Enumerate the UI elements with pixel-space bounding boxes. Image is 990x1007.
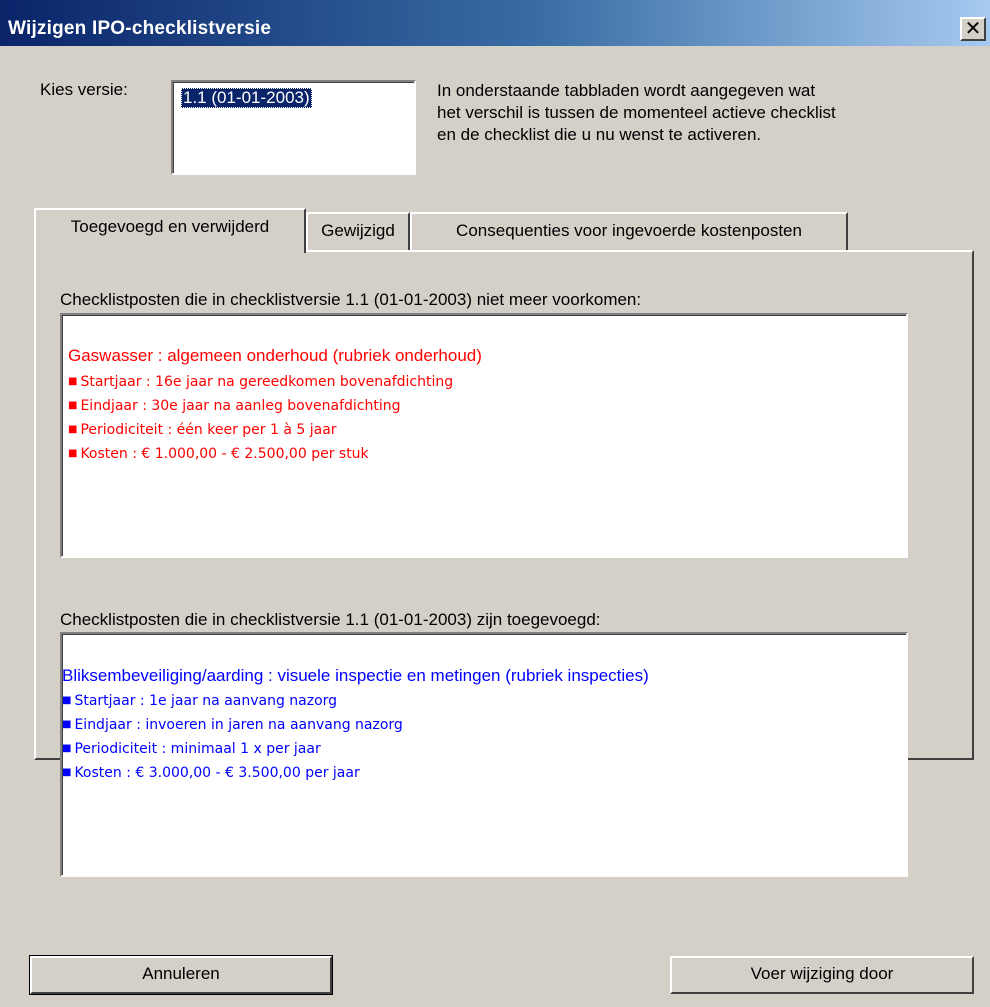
bullet-icon: ■ (68, 376, 78, 387)
tab-toegevoegd-en-verwijderd[interactable]: Toegevoegd en verwijderd (34, 208, 306, 253)
added-item-title: Bliksembeveiliging/aarding : visuele ins… (62, 666, 649, 685)
bullet-icon: ■ (62, 743, 72, 754)
info-text-line: In onderstaande tabbladen wordt aangegev… (437, 81, 816, 100)
detail-line: ■ Periodiciteit : minimaal 1 x per jaar (62, 741, 321, 757)
cancel-button-label: Annuleren (142, 964, 220, 983)
tab-consequenties[interactable]: Consequenties voor ingevoerde kostenpost… (410, 212, 848, 250)
info-text: In onderstaande tabbladen wordt aangegev… (437, 80, 937, 146)
bullet-icon: ■ (68, 400, 78, 411)
apply-button[interactable]: Voer wijziging door (670, 956, 974, 994)
cancel-button[interactable]: Annuleren (29, 955, 333, 995)
bullet-icon: ■ (62, 767, 72, 778)
info-text-line: en de checklist die u nu wenst te active… (437, 125, 762, 144)
bullet-icon: ■ (62, 695, 72, 706)
removed-item-title: Gaswasser : algemeen onderhoud (rubriek … (68, 346, 482, 365)
close-icon: ✕ (964, 16, 982, 40)
apply-button-label: Voer wijziging door (750, 964, 894, 983)
added-items-textbox[interactable]: Bliksembeveiliging/aarding : visuele ins… (60, 632, 908, 877)
tab-label: Toegevoegd en verwijderd (70, 217, 270, 236)
tab-label: Consequenties voor ingevoerde kostenpost… (456, 221, 802, 240)
detail-line: ■ Periodiciteit : één keer per 1 à 5 jaar (68, 422, 337, 438)
bullet-icon: ■ (68, 448, 78, 459)
version-listbox[interactable]: 1.1 (01-01-2003) (171, 80, 416, 175)
detail-line: ■ Eindjaar : 30e jaar na aanleg bovenafdi… (68, 398, 401, 414)
title-bar: Wijzigen IPO-checklistversie ✕ (0, 0, 990, 46)
detail-line: ■ Startjaar : 16e jaar na gereedkomen bov… (68, 374, 454, 390)
tab-gewijzigd[interactable]: Gewijzigd (306, 212, 410, 250)
info-text-line: het verschil is tussen de momenteel acti… (437, 103, 836, 122)
detail-line: ■ Kosten : € 3.000,00 - € 3.500,00 per ja… (62, 765, 360, 781)
added-item-details: ■ Startjaar : 1e jaar na aanvang nazorg ■… (62, 689, 403, 785)
removed-section-heading: Checklistposten die in checklistversie 1… (60, 290, 642, 309)
detail-line: ■ Eindjaar : invoeren in jaren na aanvang… (62, 717, 403, 733)
bullet-icon: ■ (62, 719, 72, 730)
detail-line: ■ Startjaar : 1e jaar na aanvang nazorg (62, 693, 338, 709)
close-button[interactable]: ✕ (960, 16, 986, 41)
bullet-icon: ■ (68, 424, 78, 435)
version-label: Kies versie: (40, 80, 128, 99)
window-title: Wijzigen IPO-checklistversie (8, 18, 272, 39)
tab-label: Gewijzigd (321, 221, 395, 240)
removed-item-details: ■ Startjaar : 16e jaar na gereedkomen bov… (68, 370, 453, 466)
removed-items-textbox[interactable]: Gaswasser : algemeen onderhoud (rubriek … (60, 313, 908, 558)
version-list-item[interactable]: 1.1 (01-01-2003) (181, 88, 312, 108)
detail-line: ■ Kosten : € 1.000,00 - € 2.500,00 per st… (68, 446, 369, 462)
added-section-heading: Checklistposten die in checklistversie 1… (60, 610, 601, 629)
